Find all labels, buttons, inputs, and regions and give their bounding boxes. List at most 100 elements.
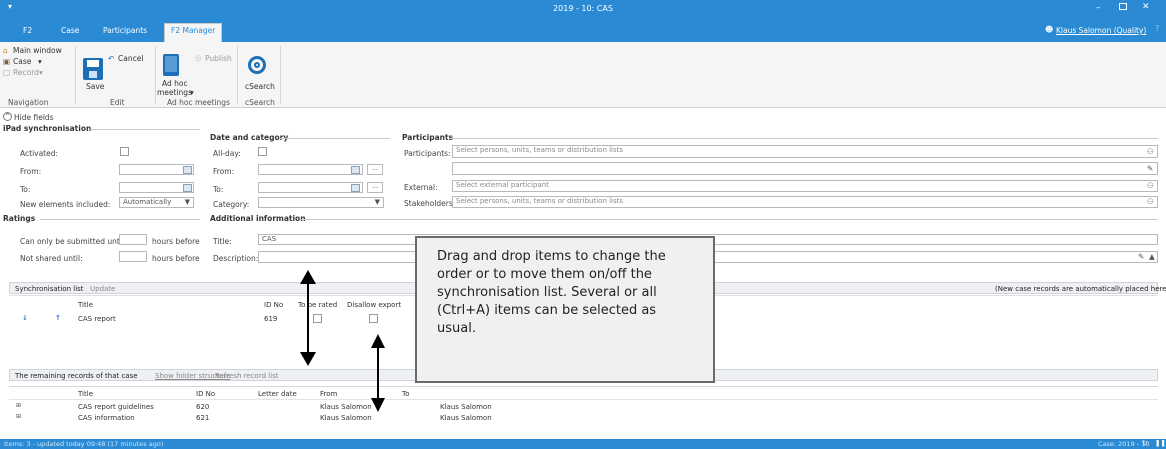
expand-icon[interactable]: ⊞ <box>16 413 21 420</box>
tab-participants[interactable]: Participants <box>97 24 153 42</box>
col-disallow-export[interactable]: Disallow export <box>347 301 401 309</box>
record-button[interactable]: Record <box>13 68 39 77</box>
participants-extra-input[interactable] <box>452 162 1158 175</box>
chevron-down-icon: ▼ <box>184 198 190 206</box>
date-from-input[interactable] <box>258 164 363 175</box>
all-day-checkbox[interactable] <box>258 147 267 156</box>
section-divider <box>40 219 200 220</box>
participants-label: Participants: <box>404 149 451 158</box>
close-icon[interactable]: ✕ <box>1142 2 1150 12</box>
col-title[interactable]: Title <box>78 390 93 398</box>
publish-button[interactable]: Publish <box>205 54 232 63</box>
row-id: 621 <box>196 414 210 422</box>
date-to-input[interactable] <box>258 182 363 193</box>
save-icon[interactable] <box>83 58 103 80</box>
tab-f2[interactable]: F2 <box>17 24 38 42</box>
col-letter-date[interactable]: Letter date <box>258 390 297 398</box>
ribbon-tabs: F2 Case Participants F2 Manager ☻ Klaus … <box>0 18 1166 42</box>
case-icon: ▣ <box>3 57 11 66</box>
chevron-down-icon: ▾ <box>190 88 194 97</box>
sync-icon[interactable]: ↻ <box>1142 439 1147 447</box>
activated-checkbox[interactable] <box>120 147 129 156</box>
submitted-until-label: Can only be submitted until: <box>20 237 127 246</box>
address-book-icon[interactable]: ⚇ <box>1147 181 1154 190</box>
hours-before-label: hours before <box>152 237 200 246</box>
col-id[interactable]: ID No <box>196 390 215 398</box>
group-separator <box>280 46 281 104</box>
calendar-icon[interactable] <box>351 184 360 192</box>
title-label: Title: <box>213 237 232 246</box>
submitted-hours-input[interactable] <box>119 234 147 245</box>
pause-icon[interactable]: ❚❚ <box>1155 439 1166 447</box>
stakeholders-input[interactable]: Select persons, units, teams or distribu… <box>452 196 1158 208</box>
time-picker-button[interactable]: ... <box>367 164 383 175</box>
chevron-up-icon[interactable]: ^ <box>3 112 12 121</box>
section-divider <box>450 138 1158 139</box>
col-from[interactable]: From <box>320 390 337 398</box>
edit-icon[interactable]: ✎ <box>1138 252 1144 261</box>
col-title[interactable]: Title <box>78 301 93 309</box>
tab-f2-manager[interactable]: F2 Manager <box>164 23 223 42</box>
address-book-icon[interactable]: ⚇ <box>1147 197 1154 206</box>
help-icon[interactable]: ? <box>1155 24 1159 33</box>
hide-fields-link[interactable]: Hide fields <box>14 113 54 122</box>
divider <box>9 386 1158 387</box>
new-elements-value: Automatically <box>123 198 172 206</box>
address-book-icon[interactable]: ⚇ <box>1147 147 1154 156</box>
group-ad-hoc-label: Ad hoc meetings <box>167 98 230 107</box>
sync-update-link[interactable]: Update <box>90 285 115 293</box>
user-icon: ☻ <box>1045 25 1054 34</box>
refresh-record-list-link[interactable]: Refresh record list <box>215 372 279 380</box>
calendar-icon[interactable] <box>183 166 192 174</box>
activated-label: Activated: <box>20 149 59 158</box>
save-button[interactable]: Save <box>86 82 104 91</box>
case-button[interactable]: Case <box>13 57 31 66</box>
not-shared-hours-input[interactable] <box>119 251 147 262</box>
tablet-icon[interactable] <box>163 54 179 76</box>
participants-input[interactable]: Select persons, units, teams or distribu… <box>452 145 1158 158</box>
csearch-button[interactable]: cSearch <box>245 82 275 91</box>
ad-hoc-button[interactable]: Ad hoc <box>162 79 188 88</box>
minimize-icon[interactable]: – <box>1096 3 1101 13</box>
meetings-label[interactable]: meetings <box>157 88 192 97</box>
category-select[interactable]: ▼ <box>258 197 384 208</box>
col-id[interactable]: ID No <box>264 301 283 309</box>
move-up-icon[interactable]: ↑ <box>55 314 61 322</box>
ribbon: ⌂ Main window ▣ Case ▾ □ Record ▾ Naviga… <box>0 42 1166 108</box>
section-divider <box>280 138 390 139</box>
col-to[interactable]: To <box>402 390 409 398</box>
cancel-button[interactable]: Cancel <box>118 54 143 63</box>
row-title: CAS report <box>78 315 116 323</box>
category-label: Category: <box>213 200 250 209</box>
time-picker-button[interactable]: ... <box>367 182 383 193</box>
expand-icon[interactable]: ▲ <box>1149 252 1155 261</box>
expand-icon[interactable]: ⊞ <box>16 402 21 409</box>
group-navigation-label: Navigation <box>8 98 49 107</box>
ipad-from-label: From: <box>20 167 42 176</box>
section-divider <box>300 219 1158 220</box>
calendar-icon[interactable] <box>351 166 360 174</box>
user-link[interactable]: Klaus Salomon (Quality) <box>1056 26 1146 35</box>
undo-icon: ↶ <box>108 54 115 63</box>
external-label: External: <box>404 183 438 192</box>
external-input[interactable]: Select external participant <box>452 180 1158 192</box>
move-down-icon[interactable]: ↓ <box>22 314 28 322</box>
drag-arrow-icon <box>300 270 316 366</box>
divider <box>9 399 1158 400</box>
date-to-label: To: <box>213 185 224 194</box>
edit-icon[interactable]: ✎ <box>1147 164 1153 173</box>
section-participants: Participants <box>402 133 454 142</box>
chevron-down-icon: ▾ <box>38 57 42 66</box>
instruction-callout: Drag and drop items to change the order … <box>415 236 715 383</box>
csearch-icon[interactable] <box>248 56 266 74</box>
disallow-export-checkbox[interactable] <box>369 314 378 323</box>
group-separator <box>155 46 156 104</box>
stakeholders-label: Stakeholders: <box>404 199 456 208</box>
maximize-icon[interactable] <box>1119 3 1127 10</box>
new-elements-select[interactable]: Automatically ▼ <box>119 197 194 208</box>
main-window-button[interactable]: Main window <box>13 46 62 55</box>
tab-case[interactable]: Case <box>55 24 85 42</box>
calendar-icon[interactable] <box>183 184 192 192</box>
stakeholders-placeholder: Select persons, units, teams or distribu… <box>456 197 624 205</box>
date-from-label: From: <box>213 167 235 176</box>
